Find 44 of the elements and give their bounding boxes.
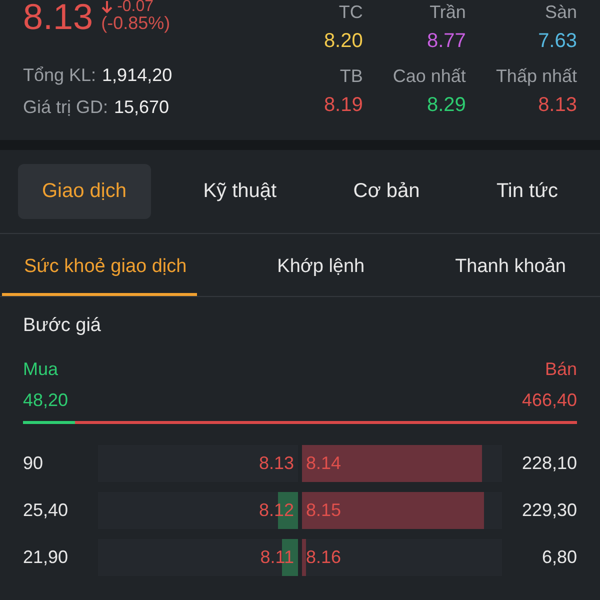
- volume-value: 1,914,20: [102, 65, 172, 86]
- tab[interactable]: Tin tức: [472, 164, 582, 219]
- bid-volume: 90: [23, 453, 44, 474]
- stat-value: 7.63: [538, 29, 577, 54]
- ask-price: 8.15: [305, 500, 342, 521]
- last-price: 8.13: [23, 0, 94, 34]
- sub-tab[interactable]: Thanh khoản: [445, 234, 576, 296]
- section-title: Bước giá: [23, 315, 102, 337]
- buy-total: 48,20: [23, 390, 68, 411]
- volume-label: Tổng KL:: [23, 65, 96, 86]
- stat-label: Thấp nhất: [496, 65, 577, 88]
- price-change: -0.07: [117, 0, 154, 13]
- bid-price: 8.12: [258, 500, 295, 521]
- ask-volume: 6,80: [540, 547, 577, 568]
- stat-label: Cao nhất: [392, 65, 466, 88]
- stat-value: 8.77: [427, 29, 466, 54]
- bid-price: 8.13: [258, 453, 295, 474]
- stat-value: 8.20: [324, 29, 363, 54]
- stat-value: 8.19: [324, 93, 363, 118]
- stat-value: 8.13: [538, 93, 577, 118]
- tab[interactable]: Giao dịch: [18, 164, 150, 219]
- down-arrow-icon: [101, 0, 114, 14]
- stat-label: TB: [340, 65, 363, 88]
- stat-label: Sàn: [544, 1, 577, 24]
- buy-label: Mua: [23, 359, 58, 380]
- stat-label: TC: [338, 1, 363, 24]
- price-change-percent: (-0.85%): [101, 13, 170, 33]
- ask-volume: 229,30: [520, 500, 577, 521]
- bid-price: 8.11: [259, 547, 295, 568]
- sell-label: Bán: [544, 359, 577, 380]
- stat-value: 8.29: [427, 93, 466, 118]
- sub-tab[interactable]: Khớp lệnh: [267, 234, 375, 296]
- stat-label: Trần: [430, 1, 466, 24]
- ask-price: 8.16: [305, 547, 342, 568]
- bid-volume: 21,90: [23, 547, 70, 568]
- ask-volume: 228,10: [520, 453, 577, 474]
- tab[interactable]: Cơ bản: [329, 164, 444, 219]
- tab[interactable]: Kỹ thuật: [179, 164, 301, 219]
- sell-total: 466,40: [522, 390, 577, 411]
- value-label: Giá trị GD:: [23, 97, 108, 118]
- bid-volume: 25,40: [23, 500, 70, 521]
- ask-price: 8.14: [305, 453, 342, 474]
- sub-tab[interactable]: Sức khoẻ giao dịch: [2, 234, 197, 296]
- trade-value: 15,670: [114, 97, 170, 118]
